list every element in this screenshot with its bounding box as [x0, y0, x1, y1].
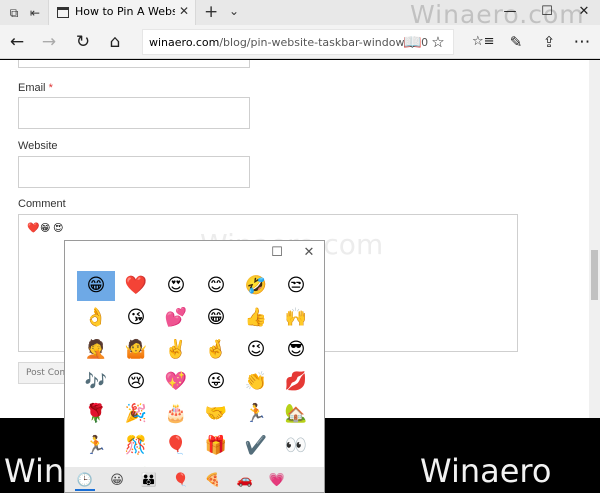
address-url: winaero.com/blog/pin-website-taskbar-win…: [149, 36, 428, 49]
url-domain: winaero.com: [149, 36, 220, 49]
emoji-cell[interactable]: 👍: [237, 303, 275, 333]
emoji-cell[interactable]: 😊: [197, 271, 235, 301]
emoji-cell[interactable]: 👀: [277, 431, 315, 461]
email-label: Email *: [18, 82, 53, 94]
home-button[interactable]: ⌂: [104, 31, 126, 53]
category-people-icon[interactable]: 👪: [139, 471, 159, 491]
tab-active[interactable]: How to Pin A Website to ✕: [48, 0, 196, 25]
page-favicon-icon: [57, 7, 69, 18]
back-button[interactable]: ←: [6, 31, 28, 53]
emoji-cell[interactable]: 🏃: [77, 431, 115, 461]
emoji-cell[interactable]: 🤦: [77, 335, 115, 365]
category-travel-icon[interactable]: 🚗: [235, 471, 255, 491]
set-aside-tabs-icon[interactable]: ⇤: [27, 5, 43, 21]
vertical-scrollbar[interactable]: [589, 60, 600, 418]
address-bar[interactable]: winaero.com/blog/pin-website-taskbar-win…: [142, 29, 454, 55]
emoji-cell[interactable]: 🏡: [277, 399, 315, 429]
favorites-hub-icon[interactable]: ☆≡: [472, 31, 495, 53]
emoji-cell[interactable]: 🎂: [157, 399, 195, 429]
emoji-cell[interactable]: 💖: [157, 367, 195, 397]
emoji-cell[interactable]: 🎈: [157, 431, 195, 461]
new-tab-button[interactable]: +: [204, 2, 218, 22]
emoji-cell[interactable]: 💋: [277, 367, 315, 397]
emoji-cell[interactable]: 😢: [117, 367, 155, 397]
emoji-cell[interactable]: 👏: [237, 367, 275, 397]
emoji-cell[interactable]: 😘: [117, 303, 155, 333]
emoji-cell[interactable]: 😉: [237, 335, 275, 365]
emoji-cell[interactable]: 🎉: [117, 399, 155, 429]
emoji-cell[interactable]: 👌: [77, 303, 115, 333]
required-mark: *: [48, 82, 53, 94]
web-notes-icon[interactable]: ✎: [505, 31, 527, 53]
panel-close-icon[interactable]: ✕: [301, 244, 317, 262]
emoji-cell[interactable]: 🤣: [237, 271, 275, 301]
category-celebration-icon[interactable]: 🎈: [171, 471, 191, 491]
website-field[interactable]: [18, 156, 250, 188]
website-label: Website: [18, 140, 58, 152]
comment-emoji: 😍: [53, 223, 64, 234]
forward-button[interactable]: →: [38, 31, 60, 53]
share-icon[interactable]: ⇪: [538, 31, 560, 53]
category-food-icon[interactable]: 🍕: [203, 471, 223, 491]
minimize-button[interactable]: —: [500, 3, 520, 21]
favorite-star-icon[interactable]: ☆: [429, 33, 447, 51]
comment-emoji: ❤️: [27, 223, 40, 234]
emoji-cell[interactable]: 😎: [277, 335, 315, 365]
emoji-cell[interactable]: 😁: [77, 271, 115, 301]
url-path: /blog/pin-website-taskbar-windows-10: [219, 36, 429, 49]
emoji-cell[interactable]: ❤️: [117, 271, 155, 301]
refresh-button[interactable]: ↻: [72, 31, 94, 53]
emoji-cell[interactable]: ✔️: [237, 431, 275, 461]
panel-maximize-icon[interactable]: ☐: [269, 244, 285, 262]
window-close-button[interactable]: ✕: [574, 3, 594, 21]
comment-emoji: 😁: [40, 223, 51, 234]
emoji-cell[interactable]: 🎶: [77, 367, 115, 397]
emoji-cell[interactable]: ✌️: [157, 335, 195, 365]
watermark-bottom-right: Winaero: [420, 452, 552, 490]
category-smiley-icon[interactable]: 😀: [107, 471, 127, 491]
emoji-cell[interactable]: 🤷: [117, 335, 155, 365]
emoji-cell[interactable]: 🙌: [277, 303, 315, 333]
reading-view-icon[interactable]: 📖: [403, 33, 422, 51]
comment-label: Comment: [18, 198, 66, 210]
tab-title: How to Pin A Website to: [75, 5, 175, 18]
name-field[interactable]: [18, 60, 250, 68]
scrollbar-thumb[interactable]: [591, 250, 598, 300]
emoji-cell[interactable]: 😜: [197, 367, 235, 397]
emoji-cell[interactable]: 🏃: [237, 399, 275, 429]
tab-close-icon[interactable]: ✕: [179, 4, 189, 18]
more-menu-icon[interactable]: ⋯: [571, 31, 593, 53]
nav-bar: ← → ↻ ⌂ winaero.com/blog/pin-website-tas…: [0, 25, 600, 59]
emoji-panel: ☐ ✕ 😁 ❤️ 😍 😊 🤣 😒 👌 😘 💕 😁 👍 🙌 🤦 🤷 ✌️ 🤞 😉 😎 🎶 😢 💖 😜 👏 💋 🌹 🎉 🎂 🤝 🏃 🏡 🏃 🎊 🎈 🎁…: [64, 240, 325, 493]
category-heart-icon[interactable]: 💗: [267, 471, 287, 491]
emoji-panel-header: ☐ ✕: [65, 241, 324, 267]
maximize-button[interactable]: ☐: [537, 3, 557, 21]
email-field[interactable]: [18, 97, 250, 129]
tab-list-chevron-icon[interactable]: ⌄: [229, 4, 239, 18]
emoji-cell[interactable]: 🎊: [117, 431, 155, 461]
tab-bar: ⧉ ⇤ How to Pin A Website to ✕ + ⌄ Winaer…: [0, 0, 600, 29]
emoji-cell[interactable]: 😒: [277, 271, 315, 301]
emoji-cell[interactable]: 🤞: [197, 335, 235, 365]
tab-preview-icon[interactable]: ⧉: [6, 5, 22, 21]
category-recent-icon[interactable]: 🕒: [75, 471, 95, 491]
emoji-cell[interactable]: 😍: [157, 271, 195, 301]
email-label-text: Email: [18, 82, 46, 94]
emoji-cell[interactable]: 😁: [197, 303, 235, 333]
emoji-cell[interactable]: 🌹: [77, 399, 115, 429]
emoji-cell[interactable]: 🎁: [197, 431, 235, 461]
emoji-cell[interactable]: 🤝: [197, 399, 235, 429]
emoji-category-bar: 🕒 😀 👪 🎈 🍕 🚗 💗: [65, 467, 324, 492]
emoji-cell[interactable]: 💕: [157, 303, 195, 333]
